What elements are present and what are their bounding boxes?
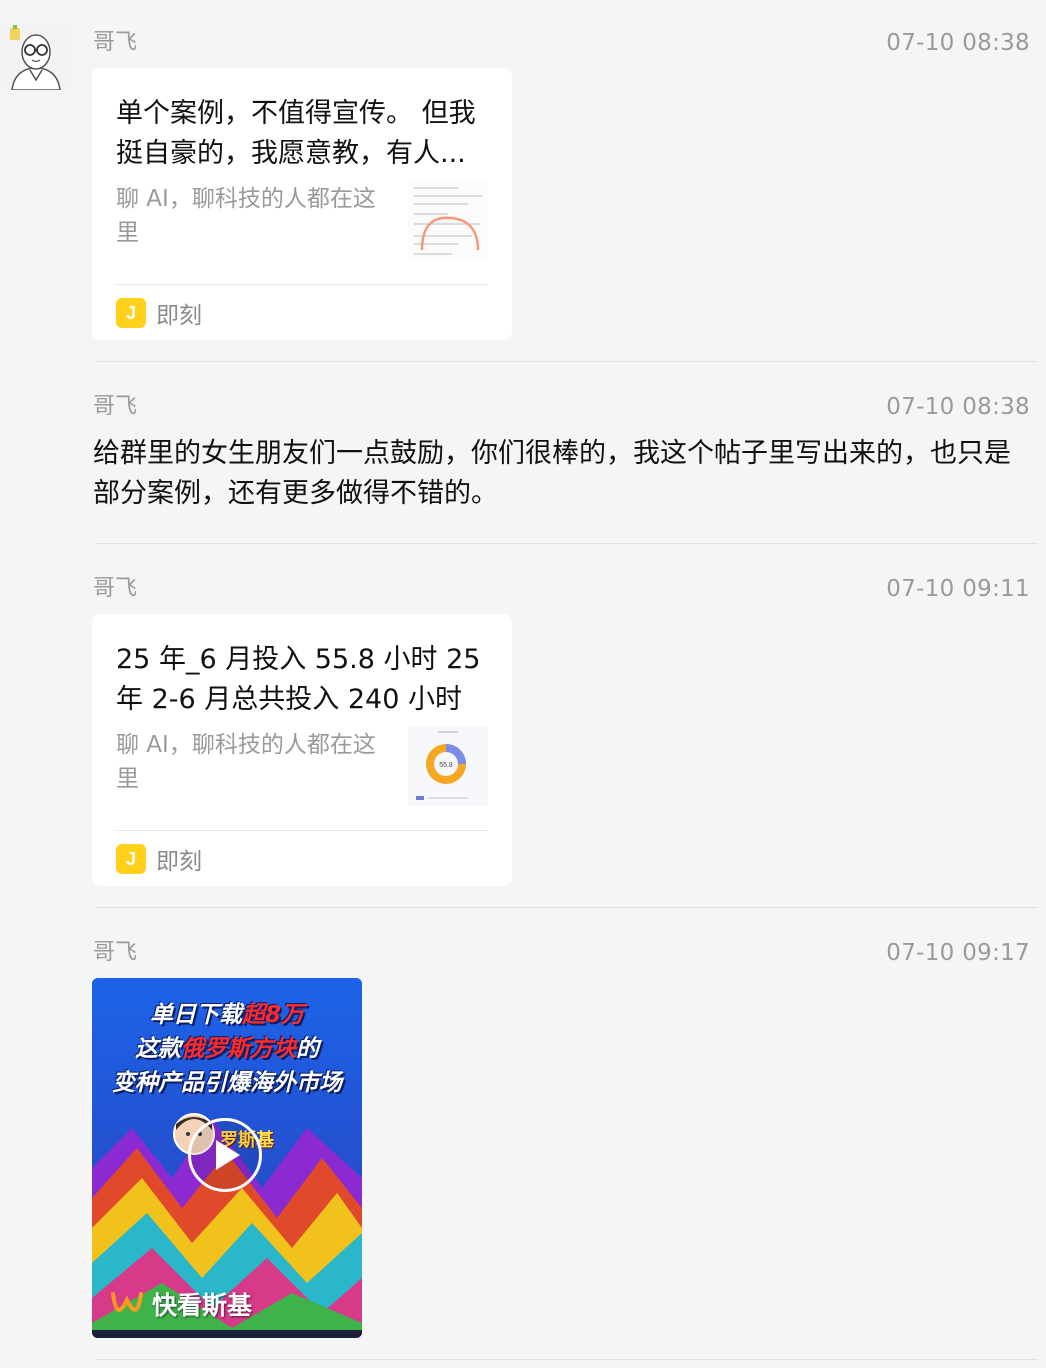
sender-name[interactable]: 哥飞 — [93, 394, 137, 420]
article-thumbnail-icon — [408, 180, 488, 260]
message-1: 哥飞 07-10 08:38 单个案例，不值得宣传。 但我挺自豪的，我愿意教，有… — [0, 0, 1046, 362]
headline-text: 变种产品引爆海外市场 — [112, 1070, 342, 1096]
video-brand: 快看斯基 — [110, 1286, 252, 1322]
video-headline: 单日下载超8万 这款俄罗斯方块的 变种产品引爆海外市场 — [92, 998, 362, 1100]
message-3: 哥飞 07-10 09:11 25 年_6 月投入 55.8 小时 25 年 2… — [0, 544, 1046, 908]
message-time: 07-10 08:38 — [886, 394, 1030, 420]
message-time: 07-10 08:38 — [886, 30, 1030, 56]
message-time: 07-10 09:11 — [886, 576, 1030, 602]
jike-logo-icon: J — [116, 844, 146, 874]
headline-text: 这款 — [135, 1036, 181, 1062]
card-title: 单个案例，不值得宣传。 但我挺自豪的，我愿意教，有人... — [116, 98, 476, 169]
card-description: 聊 AI，聊科技的人都在这里 — [116, 732, 376, 792]
message-divider — [95, 1359, 1038, 1360]
svg-text:55.8: 55.8 — [439, 762, 453, 769]
brand-name: 快看斯基 — [152, 1291, 253, 1320]
sender-name[interactable]: 哥飞 — [93, 576, 137, 602]
link-card[interactable]: 25 年_6 月投入 55.8 小时 25 年 2-6 月总共投入 240 小时… — [92, 614, 512, 886]
headline-text: 单日下载 — [149, 1002, 242, 1028]
jike-logo-icon: J — [116, 298, 146, 328]
card-source[interactable]: J 即刻 — [116, 296, 202, 330]
source-name: 即刻 — [156, 849, 202, 875]
message-2: 哥飞 07-10 08:38 给群里的女生朋友们一点鼓励，你们很棒的，我这个帖子… — [0, 362, 1046, 544]
headline-highlight: 俄罗斯方块 — [181, 1036, 296, 1062]
link-card[interactable]: 单个案例，不值得宣传。 但我挺自豪的，我愿意教，有人... 聊 AI，聊科技的人… — [92, 68, 512, 340]
headline-highlight: 超8万 — [241, 1002, 304, 1028]
headline-text: 的 — [296, 1036, 319, 1062]
message-text[interactable]: 给群里的女生朋友们一点鼓励，你们很棒的，我这个帖子里写出来的，也只是部分案例，还… — [93, 434, 1023, 514]
kuaikan-logo-icon — [111, 1292, 143, 1312]
source-name: 即刻 — [156, 303, 202, 329]
message-time: 07-10 09:17 — [886, 940, 1030, 966]
card-title: 25 年_6 月投入 55.8 小时 25 年 2-6 月总共投入 240 小时… — [116, 644, 481, 715]
card-divider — [116, 830, 488, 831]
message-4: 哥飞 07-10 09:17 单日下载超8万 这款俄罗斯方块的 变种产品引爆海外… — [0, 908, 1046, 1368]
donut-chart-thumbnail-icon: 55.8 — [408, 726, 488, 806]
sender-name[interactable]: 哥飞 — [93, 940, 137, 966]
card-source[interactable]: J 即刻 — [116, 842, 202, 876]
card-description: 聊 AI，聊科技的人都在这里 — [116, 186, 376, 246]
play-icon[interactable] — [188, 1118, 262, 1192]
video-message[interactable]: 单日下载超8万 这款俄罗斯方块的 变种产品引爆海外市场 罗斯基 快看斯基 — [92, 978, 362, 1338]
card-divider — [116, 284, 488, 285]
sender-name[interactable]: 哥飞 — [93, 30, 137, 56]
